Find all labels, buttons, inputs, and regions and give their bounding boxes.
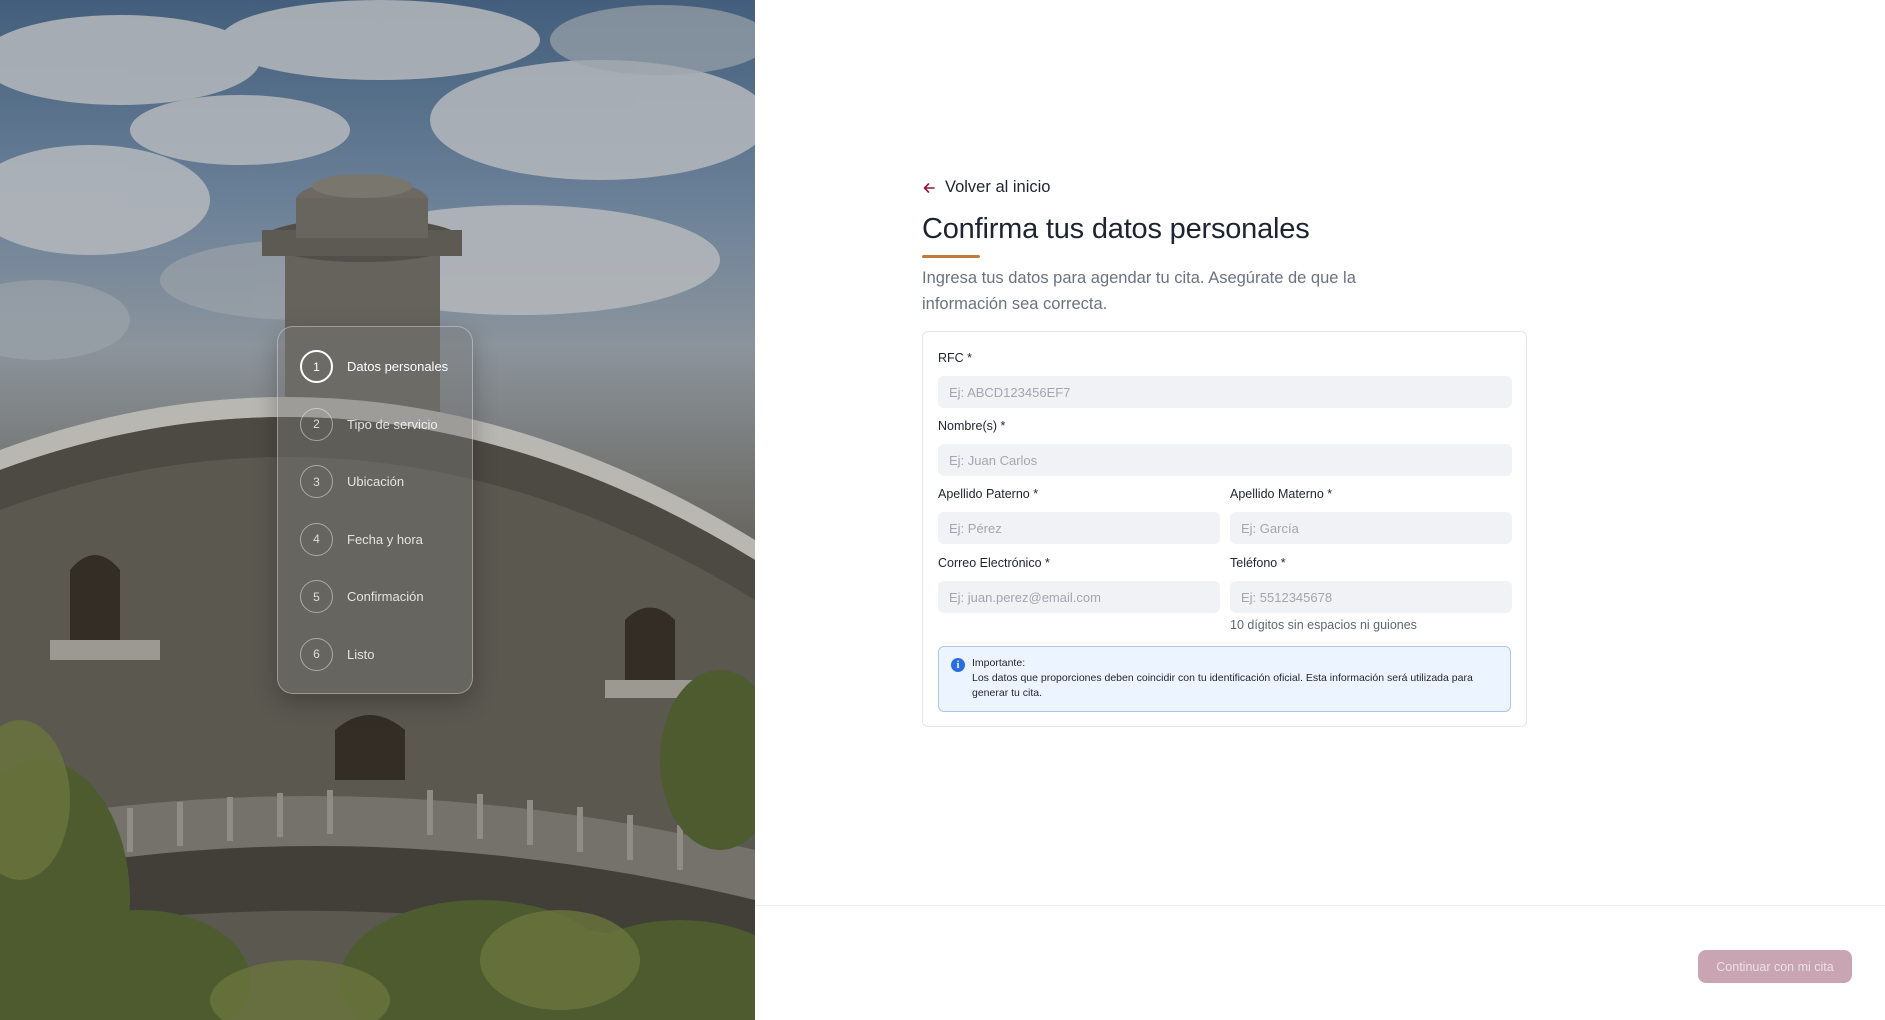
step-number: 6 <box>300 637 333 671</box>
email-input[interactable] <box>938 581 1220 613</box>
telefono-field-group: Teléfono * <box>1230 555 1512 613</box>
step-label: Listo <box>347 646 375 662</box>
rfc-field-group: RFC * <box>938 350 1512 408</box>
step-number: 3 <box>300 465 333 499</box>
step-fecha-y-hora: 4 Fecha y hora <box>300 522 472 557</box>
rfc-input[interactable] <box>938 376 1512 408</box>
step-label: Tipo de servicio <box>347 416 438 432</box>
apellido-materno-field-group: Apellido Materno * <box>1230 486 1512 544</box>
step-confirmacion: 5 Confirmación <box>300 579 472 614</box>
step-number: 4 <box>300 522 333 556</box>
notice-title: Importante: <box>972 657 1026 669</box>
info-icon: i <box>951 658 965 672</box>
continue-button[interactable]: Continuar con mi cita <box>1698 950 1852 983</box>
phone-hint: 10 dígitos sin espacios ni guiones <box>1230 618 1417 632</box>
nombre-input[interactable] <box>938 444 1512 476</box>
title-underline <box>922 255 980 258</box>
apellido-materno-label: Apellido Materno * <box>1230 487 1333 501</box>
back-to-home-link[interactable]: Volver al inicio <box>922 178 1050 197</box>
step-listo: 6 Listo <box>300 637 472 672</box>
step-number: 2 <box>300 407 333 441</box>
footer-divider <box>755 905 1885 906</box>
hero-image-panel: 1 Datos personales 2 Tipo de servicio 3 … <box>0 0 755 1020</box>
step-label: Ubicación <box>347 474 405 490</box>
correo-field-group: Correo Electrónico * <box>938 555 1220 613</box>
step-tipo-de-servicio: 2 Tipo de servicio <box>300 407 472 442</box>
apellido-paterno-label: Apellido Paterno * <box>938 487 1039 501</box>
nombre-label: Nombre(s) * <box>938 419 1006 433</box>
page-title: Confirma tus datos personales <box>922 213 1310 245</box>
apellido-paterno-input[interactable] <box>938 512 1220 544</box>
step-number: 1 <box>300 350 333 383</box>
nombre-field-group: Nombre(s) * <box>938 418 1512 476</box>
personal-data-form: RFC * Nombre(s) * Apellido Paterno * Ape… <box>922 331 1527 727</box>
phone-input[interactable] <box>1230 581 1512 613</box>
apellido-paterno-field-group: Apellido Paterno * <box>938 486 1220 544</box>
step-label: Confirmación <box>347 589 424 605</box>
step-number: 5 <box>300 580 333 614</box>
page-subtitle: Ingresa tus datos para agendar tu cita. … <box>922 269 1356 313</box>
step-label: Datos personales <box>347 359 449 374</box>
telefono-label: Teléfono * <box>1230 556 1286 570</box>
notice-body: Los datos que proporciones deben coincid… <box>972 672 1473 699</box>
step-label: Fecha y hora <box>347 531 423 547</box>
apellido-materno-input[interactable] <box>1230 512 1512 544</box>
step-datos-personales: 1 Datos personales <box>300 349 472 384</box>
rfc-label: RFC * <box>938 351 973 365</box>
correo-label: Correo Electrónico * <box>938 556 1050 570</box>
important-notice: i Importante: Los datos que proporciones… <box>938 646 1511 712</box>
arrow-left-icon <box>923 182 935 193</box>
step-ubicacion: 3 Ubicación <box>300 464 472 499</box>
back-link-label: Volver al inicio <box>945 178 1051 196</box>
progress-stepper: 1 Datos personales 2 Tipo de servicio 3 … <box>277 326 473 694</box>
